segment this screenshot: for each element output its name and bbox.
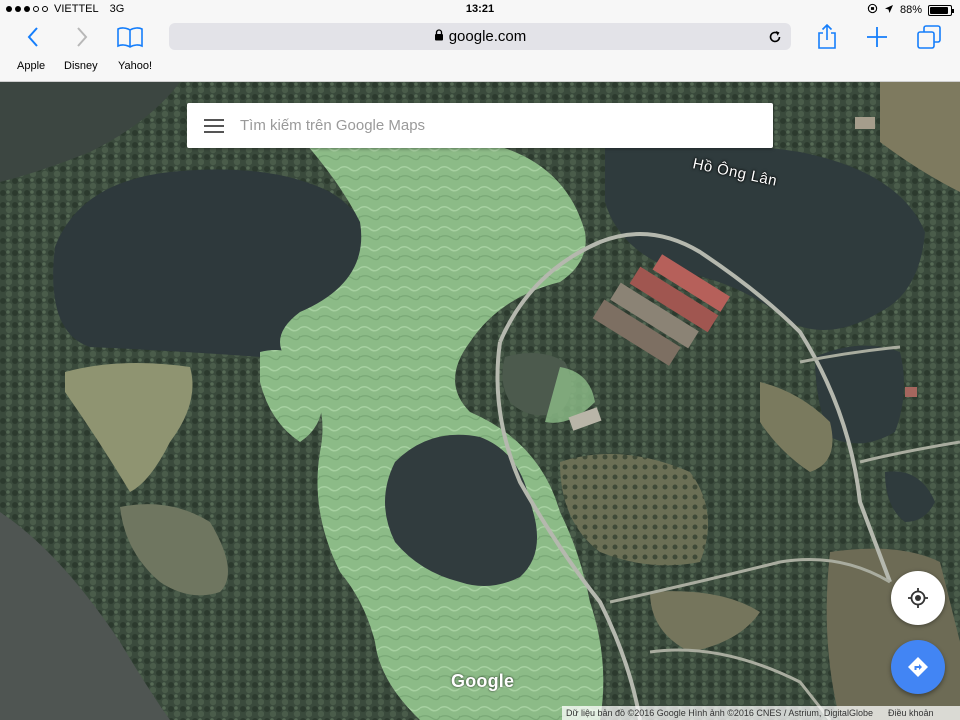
reload-button[interactable] — [765, 27, 785, 47]
bookmarks-button[interactable] — [116, 23, 144, 51]
location-arrow-icon — [884, 4, 894, 17]
battery-percent: 88% — [899, 4, 922, 16]
orientation-lock-icon — [867, 3, 878, 17]
battery-fill — [930, 6, 948, 14]
battery-icon — [928, 4, 954, 16]
tabs-button[interactable] — [915, 23, 943, 51]
my-location-button[interactable] — [891, 571, 945, 625]
favorites-bar: Apple Disney Yahoo! — [0, 54, 960, 82]
share-button[interactable] — [813, 23, 841, 51]
directions-icon — [908, 657, 928, 677]
map-view[interactable]: Hồ Ông Lân Google Dữ liệu bản đồ ©2016 G… — [0, 82, 960, 720]
google-logo: Google — [451, 671, 515, 691]
map-attribution: Dữ liệu bản đồ ©2016 Google Hình ảnh ©20… — [562, 706, 960, 720]
favorite-apple[interactable]: Apple — [17, 60, 45, 72]
favorite-yahoo[interactable]: Yahoo! — [118, 60, 152, 72]
lock-icon — [434, 28, 444, 45]
maps-search-input[interactable] — [240, 117, 740, 134]
tabs-icon — [917, 25, 941, 49]
browser-toolbar: google.com — [0, 20, 960, 54]
bookmarks-icon — [117, 27, 143, 48]
search-box — [187, 103, 773, 148]
new-tab-icon — [867, 27, 887, 47]
reload-icon — [769, 31, 781, 43]
url-text: google.com — [448, 28, 527, 45]
clock: 13:21 — [465, 3, 495, 15]
status-right: 88% — [867, 3, 954, 17]
status-bar: VIETTEL 3G 13:21 88% — [0, 0, 960, 20]
share-icon — [818, 24, 836, 49]
forward-icon — [77, 27, 88, 47]
new-tab-button[interactable] — [863, 23, 891, 51]
crosshair-icon — [908, 588, 928, 608]
forward-button[interactable] — [68, 23, 96, 51]
satellite-imagery[interactable] — [0, 82, 960, 720]
attribution-text: Dữ liệu bản đồ ©2016 Google Hình ảnh ©20… — [566, 708, 873, 718]
terms-link[interactable]: Điều khoản — [888, 708, 934, 718]
back-button[interactable] — [19, 23, 47, 51]
directions-button[interactable] — [891, 640, 945, 694]
hamburger-menu-icon[interactable] — [204, 118, 224, 133]
back-icon — [27, 27, 38, 47]
address-bar[interactable]: google.com — [169, 23, 791, 50]
favorite-disney[interactable]: Disney — [64, 60, 98, 72]
